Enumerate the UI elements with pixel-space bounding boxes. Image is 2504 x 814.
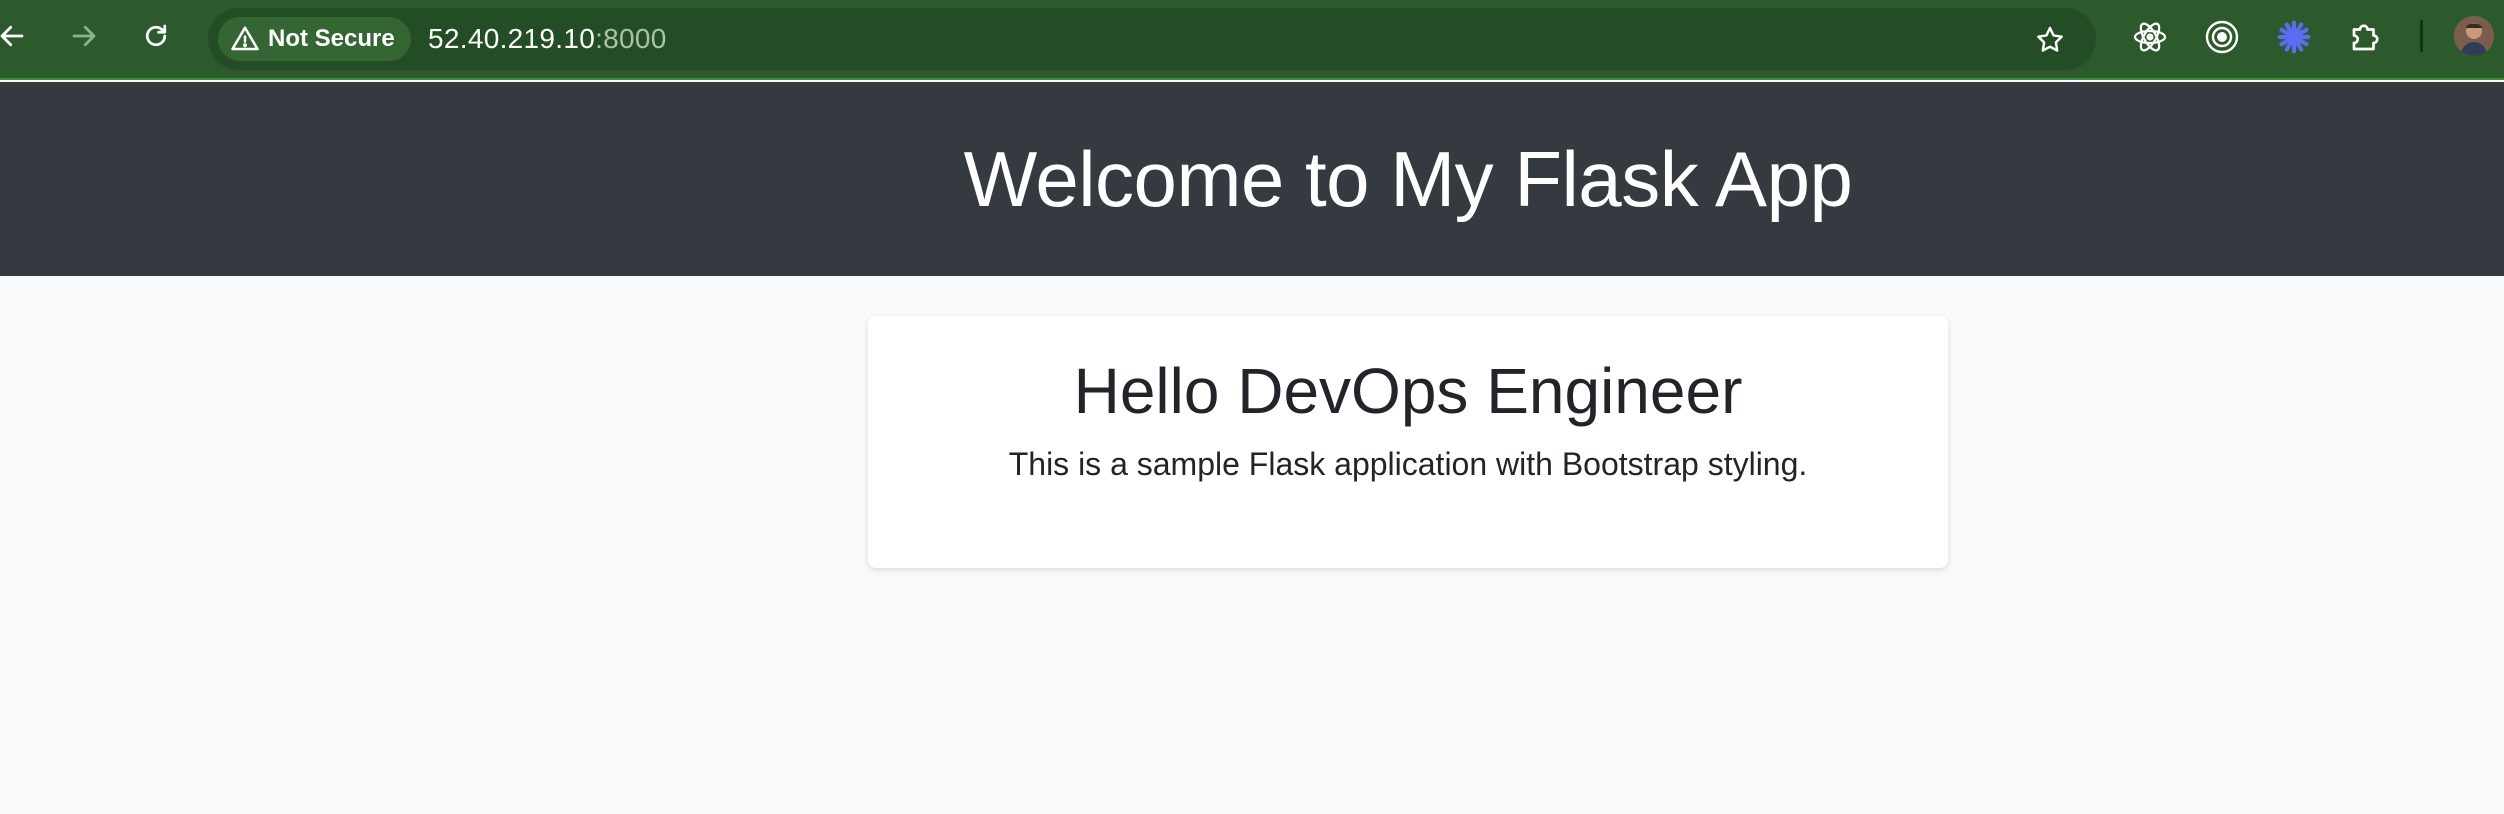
security-label: Not Secure	[268, 25, 395, 52]
toolbar-divider	[2420, 20, 2423, 52]
address-bar[interactable]: Not Secure 52.40.219.10:8000	[208, 8, 2096, 70]
reload-icon	[145, 24, 167, 47]
card-title: Hello DevOps Engineer	[1073, 355, 1743, 427]
puzzle-icon	[2352, 24, 2379, 51]
asterisk-icon	[2277, 20, 2311, 54]
extension-asterisk-button[interactable]	[2273, 16, 2315, 58]
extensions-menu-button[interactable]	[2345, 16, 2387, 58]
extension-react-button[interactable]	[2129, 16, 2171, 58]
avatar[interactable]	[2454, 16, 2494, 56]
profile-avatar-icon	[2454, 16, 2494, 56]
back-button[interactable]	[0, 16, 32, 56]
browser-toolbar: Not Secure 52.40.219.10:8000	[0, 0, 2504, 80]
url-host: 52.40.219.10	[428, 23, 596, 54]
security-indicator[interactable]: Not Secure	[218, 17, 411, 61]
forward-button[interactable]	[64, 16, 104, 56]
url-port: :8000	[595, 23, 667, 54]
target-icon	[2205, 20, 2239, 54]
card-text: This is a sample Flask application with …	[1008, 446, 1808, 483]
star-icon	[2037, 26, 2063, 52]
arrow-right-icon	[72, 25, 96, 47]
welcome-card: Hello DevOps Engineer This is a sample F…	[868, 316, 1948, 568]
react-icon	[2133, 22, 2167, 52]
site-header: Welcome to My Flask App	[0, 82, 2504, 276]
bookmark-button[interactable]	[2032, 22, 2068, 58]
url-text[interactable]: 52.40.219.10:8000	[428, 8, 667, 70]
extension-target-button[interactable]	[2201, 16, 2243, 58]
warning-triangle-icon	[231, 26, 259, 51]
reload-button[interactable]	[136, 16, 176, 56]
arrow-left-icon	[0, 25, 24, 47]
page-title: Welcome to My Flask App	[963, 134, 1853, 223]
